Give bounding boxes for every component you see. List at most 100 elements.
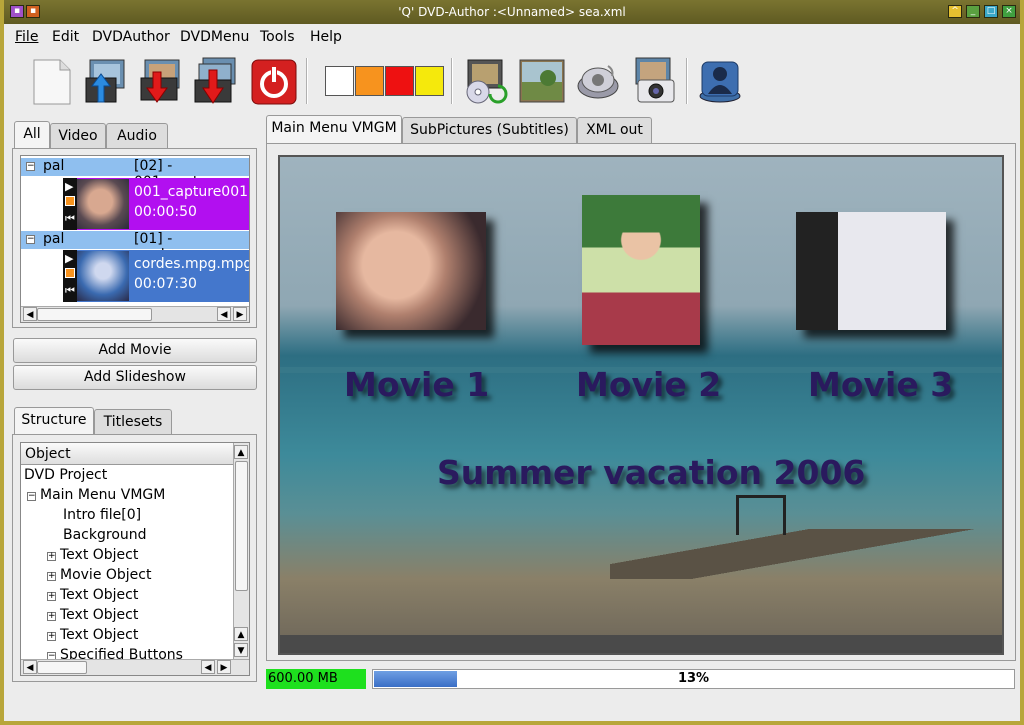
collapse-icon[interactable]: − (27, 492, 36, 501)
tab-xml-out[interactable]: XML out (577, 117, 652, 143)
scroll-up-icon[interactable]: ▲ (234, 627, 248, 641)
scroll-left-icon[interactable]: ◀ (23, 307, 37, 321)
photo-camera-icon[interactable] (630, 56, 678, 106)
scroll-left-icon[interactable]: ◀ (217, 307, 231, 321)
tree-item[interactable]: Intro file[0] (63, 507, 141, 523)
source-list[interactable]: − pal [02] - 001_capture ▶ ⏮ 001_capture… (20, 155, 250, 323)
color-swatch-yellow[interactable] (415, 66, 444, 96)
tree-item[interactable]: + Text Object (47, 607, 138, 623)
tree-header[interactable]: Object (21, 443, 233, 465)
tree-item[interactable]: DVD Project (24, 467, 107, 483)
expand-icon[interactable]: + (47, 572, 56, 581)
color-swatch-orange[interactable] (355, 66, 384, 96)
tab-video[interactable]: Video (50, 123, 106, 149)
tab-structure[interactable]: Structure (14, 407, 94, 435)
image-background-icon[interactable] (518, 56, 566, 106)
tree-item[interactable]: Background (63, 527, 147, 543)
tree-item[interactable]: + Movie Object (47, 567, 151, 583)
menu-dvdmenu[interactable]: DVDMenu (180, 29, 249, 45)
clip-duration: 00:00:50 (134, 204, 197, 220)
expand-icon[interactable]: + (47, 592, 56, 601)
scroll-thumb[interactable] (37, 308, 152, 321)
stop-icon[interactable] (65, 196, 75, 206)
window-sticky-icon[interactable]: ▪ (26, 5, 40, 18)
tab-main-menu-vmgm[interactable]: Main Menu VMGM (266, 115, 402, 143)
add-movie-button[interactable]: Add Movie (13, 338, 257, 363)
clip-thumbnail (77, 251, 129, 301)
tree-item-label: Text Object (60, 547, 139, 563)
menu-title-text[interactable]: Summer vacation 2006 (437, 453, 865, 492)
expand-icon[interactable]: + (47, 552, 56, 561)
expand-icon[interactable]: + (47, 612, 56, 621)
vertical-scrollbar[interactable]: ▲ ▲ ▼ (233, 443, 249, 659)
scroll-left-icon[interactable]: ◀ (23, 660, 37, 674)
scroll-thumb[interactable] (235, 461, 248, 591)
color-swatch-white[interactable] (325, 66, 354, 96)
save-as-down-icon[interactable] (191, 56, 239, 106)
new-document-icon[interactable] (28, 56, 76, 106)
tree-item[interactable]: − Main Menu VMGM (27, 487, 165, 503)
movie-thumbnail-1[interactable] (336, 212, 486, 330)
tab-subpictures[interactable]: SubPictures (Subtitles) (402, 117, 577, 143)
audio-speaker-icon[interactable] (574, 56, 622, 106)
minimize-icon[interactable]: _ (966, 5, 980, 18)
rewind-icon[interactable]: ⏮ (65, 284, 75, 298)
scroll-up-icon[interactable]: ▲ (234, 445, 248, 459)
play-icon[interactable]: ▶ (65, 180, 73, 193)
toolbar-separator (451, 58, 453, 104)
menu-help[interactable]: Help (310, 29, 342, 45)
movie-label-3[interactable]: Movie 3 (808, 365, 953, 404)
source-row[interactable]: − pal [02] - 001_capture (21, 158, 249, 190)
menu-file[interactable]: File (15, 29, 38, 45)
movie-thumbnail-3[interactable] (796, 212, 946, 330)
tab-all[interactable]: All (14, 121, 50, 149)
menu-bar: File Edit DVDAuthor DVDMenu Tools Help (4, 24, 1020, 50)
save-down-icon[interactable] (135, 56, 183, 106)
collapse-icon[interactable]: − (26, 235, 35, 244)
movie-disc-icon[interactable] (460, 56, 508, 106)
play-icon[interactable]: ▶ (65, 252, 73, 265)
scroll-right-icon[interactable]: ▶ (233, 307, 247, 321)
tree-item[interactable]: + Text Object (47, 547, 138, 563)
movie-label-2[interactable]: Movie 2 (576, 365, 721, 404)
scroll-down-icon[interactable]: ▼ (234, 643, 248, 657)
stop-icon[interactable] (65, 268, 75, 278)
scroll-thumb[interactable] (37, 661, 87, 674)
movie-thumbnail-2[interactable] (582, 195, 700, 345)
source-clip[interactable]: ▶ ⏮ 001_capture001.c 00:00:50 (63, 178, 249, 230)
source-format: pal (43, 231, 65, 247)
shade-icon[interactable]: ^ (948, 5, 962, 18)
toolbar-separator (306, 58, 308, 104)
add-slideshow-button[interactable]: Add Slideshow (13, 365, 257, 390)
horizontal-scrollbar[interactable]: ◀ ◀ ▶ (21, 306, 249, 322)
menu-tools[interactable]: Tools (260, 29, 295, 45)
title-bar: ▪ ▪ 'Q' DVD-Author :<Unnamed> sea.xml ^ … (4, 0, 1020, 24)
horizontal-scrollbar[interactable]: ◀ ◀ ▶ (21, 659, 249, 675)
color-swatch-red[interactable] (385, 66, 414, 96)
source-row[interactable]: − pal [01] - cordes.mpg (21, 231, 249, 263)
close-icon[interactable]: × (1002, 5, 1016, 18)
quit-power-icon[interactable] (250, 56, 298, 106)
maximize-icon[interactable]: □ (984, 5, 998, 18)
menu-edit[interactable]: Edit (52, 29, 79, 45)
scroll-right-icon[interactable]: ▶ (217, 660, 231, 674)
collapse-icon[interactable]: − (26, 162, 35, 171)
clip-file: 001_capture001.c (134, 184, 250, 200)
expand-icon[interactable]: + (47, 632, 56, 641)
tree-item-label: Main Menu VMGM (40, 487, 166, 503)
movie-label-1[interactable]: Movie 1 (344, 365, 489, 404)
tree-item-label: Intro file[0] (63, 507, 142, 523)
tree-item[interactable]: + Text Object (47, 587, 138, 603)
tab-titlesets[interactable]: Titlesets (94, 409, 172, 435)
window-menu-icon[interactable]: ▪ (10, 5, 24, 18)
scroll-left-icon[interactable]: ◀ (201, 660, 215, 674)
source-clip[interactable]: ▶ ⏮ cordes.mpg.mpg 00:07:30 (63, 250, 249, 302)
open-import-icon[interactable] (80, 56, 128, 106)
tab-audio[interactable]: Audio (106, 123, 168, 149)
menu-dvdauthor[interactable]: DVDAuthor (92, 29, 170, 45)
menu-preview-canvas[interactable]: Movie 1 Movie 2 Movie 3 Summer vacation … (278, 155, 1004, 655)
portrait-person-icon[interactable] (696, 56, 744, 106)
tree-item[interactable]: + Text Object (47, 627, 138, 643)
structure-tree[interactable]: Object DVD Project − Main Menu VMGM Intro f… (20, 442, 250, 676)
rewind-icon[interactable]: ⏮ (65, 212, 75, 226)
